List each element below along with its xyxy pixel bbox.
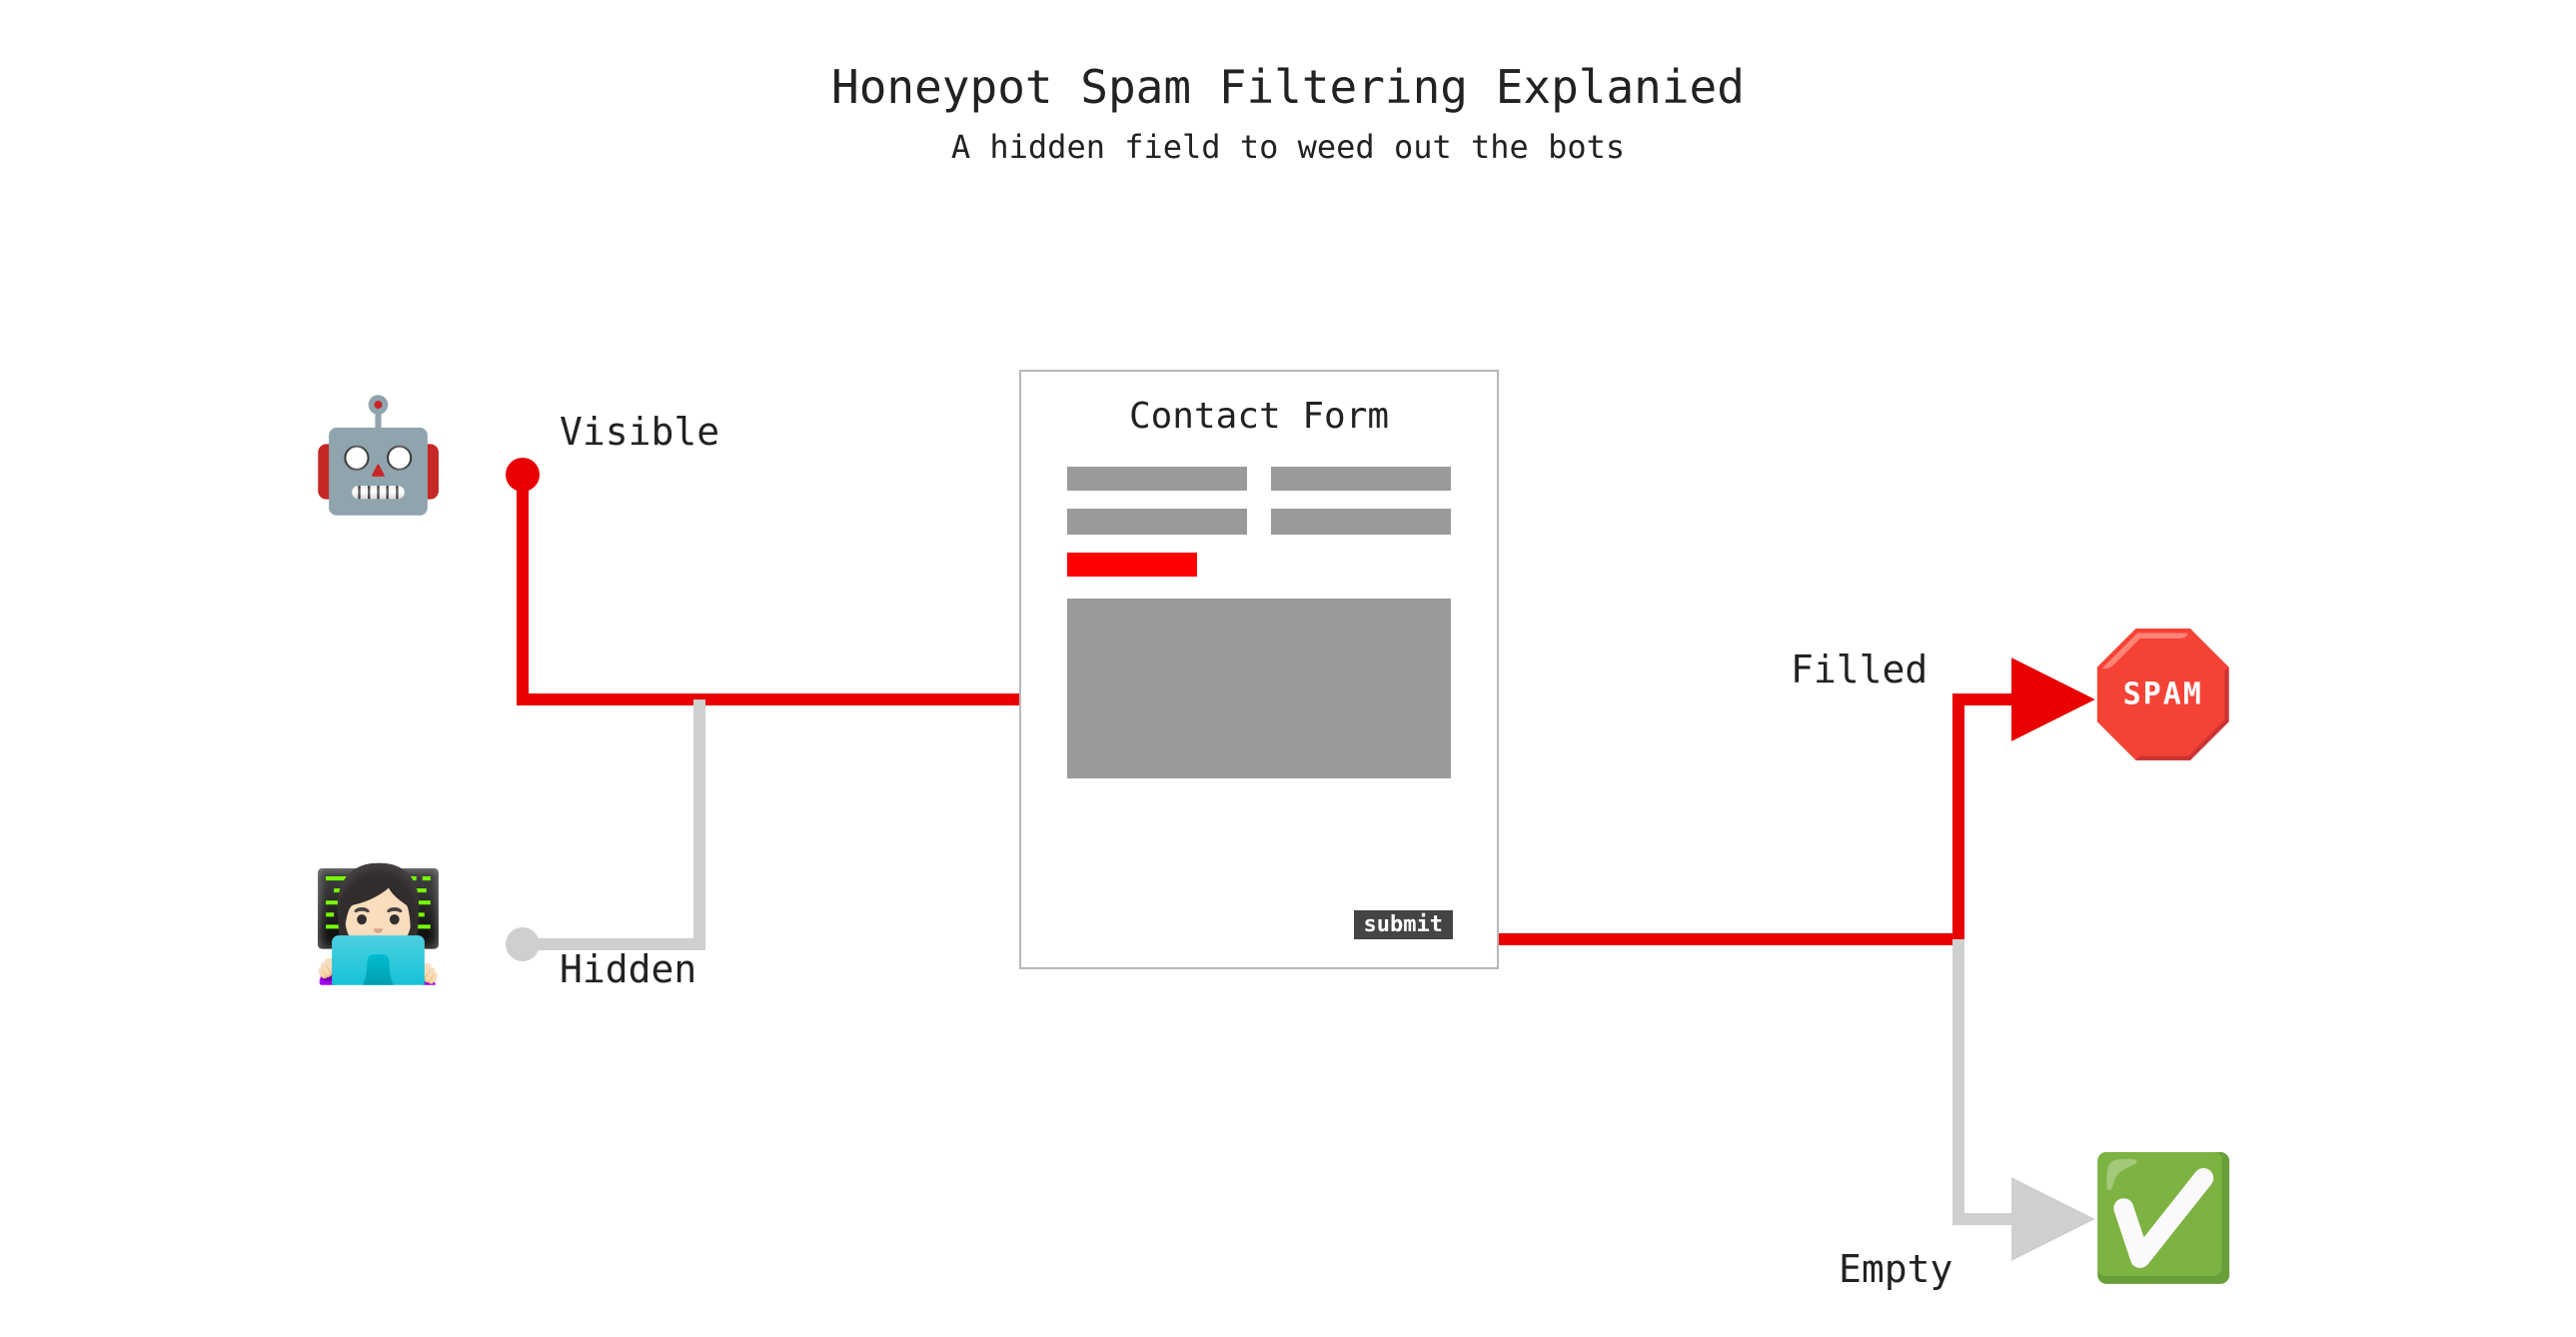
contact-form-title: Contact Form — [1021, 396, 1497, 437]
diagram-subtitle: A hidden field to weed out the bots — [0, 128, 2576, 166]
path-bot-to-form — [523, 475, 1065, 699]
empty-label: Empty — [1839, 1247, 1952, 1291]
form-field — [1271, 467, 1451, 491]
submit-button: submit — [1354, 910, 1453, 939]
form-row — [1021, 509, 1497, 535]
check-icon: ✅ — [2088, 1159, 2237, 1279]
form-row — [1021, 467, 1497, 491]
diagram-canvas: Honeypot Spam Filtering Explanied A hidd… — [0, 0, 2576, 1337]
honeypot-field — [1067, 553, 1197, 577]
spam-word: SPAM — [2123, 679, 2203, 709]
contact-form-card: Contact Form submit — [1019, 370, 1499, 969]
visible-dot — [506, 458, 540, 492]
path-human-to-form — [523, 699, 699, 944]
path-filled-to-spam — [1459, 699, 2078, 939]
form-textarea — [1067, 599, 1451, 778]
human-icon: 👩🏻‍💻 — [310, 869, 447, 979]
form-field — [1067, 509, 1247, 535]
hidden-label: Hidden — [560, 947, 696, 991]
form-field — [1067, 467, 1247, 491]
visible-label: Visible — [560, 410, 719, 454]
form-field — [1271, 509, 1451, 535]
filled-label: Filled — [1791, 648, 1928, 691]
spam-icon: 🛑SPAM — [2088, 636, 2237, 755]
robot-icon: 🤖 — [310, 400, 447, 510]
hidden-dot — [506, 927, 540, 961]
path-empty-to-ok — [1958, 939, 2078, 1219]
diagram-title: Honeypot Spam Filtering Explanied — [0, 60, 2576, 114]
